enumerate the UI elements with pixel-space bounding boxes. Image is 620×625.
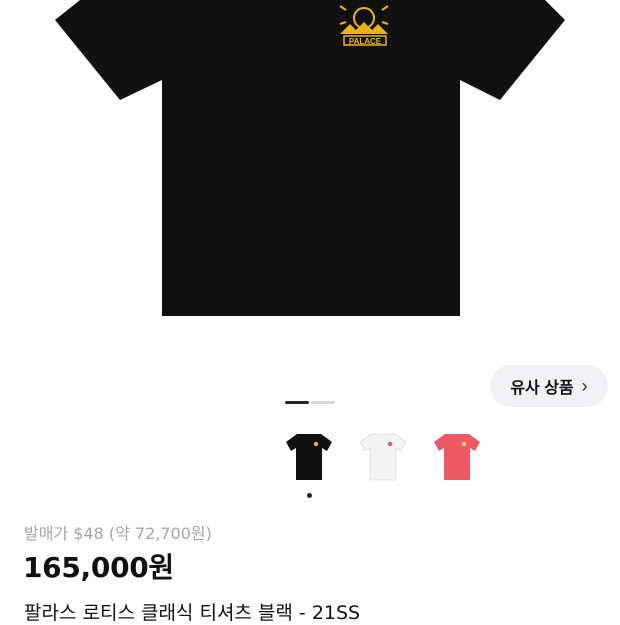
selected-variant-dot bbox=[307, 493, 312, 498]
variant-black[interactable] bbox=[280, 428, 338, 486]
variant-white[interactable] bbox=[354, 428, 412, 486]
similar-products-button[interactable]: 유사 상품 › bbox=[490, 365, 608, 407]
red-tshirt-thumbnail bbox=[434, 434, 480, 480]
color-variant-list bbox=[280, 428, 486, 486]
variant-red[interactable] bbox=[428, 428, 486, 486]
similar-products-label: 유사 상품 bbox=[510, 380, 574, 397]
gallery-indicator-active bbox=[285, 401, 309, 404]
black-tshirt-illustration: PALACE bbox=[55, 0, 565, 316]
gallery-indicator-inactive bbox=[311, 401, 335, 404]
white-tshirt-thumbnail bbox=[359, 433, 407, 481]
black-tshirt-thumbnail bbox=[286, 434, 332, 480]
chevron-right-icon: › bbox=[581, 375, 588, 396]
product-image[interactable]: PALACE bbox=[0, 0, 620, 360]
product-price: 165,000원 bbox=[23, 551, 174, 584]
product-title: 팔라스 로티스 클래식 티셔츠 블랙 - 21SS bbox=[24, 602, 361, 624]
svg-text:PALACE: PALACE bbox=[349, 37, 382, 46]
retail-price: 발매가 $48 (약 72,700원) bbox=[24, 524, 212, 543]
